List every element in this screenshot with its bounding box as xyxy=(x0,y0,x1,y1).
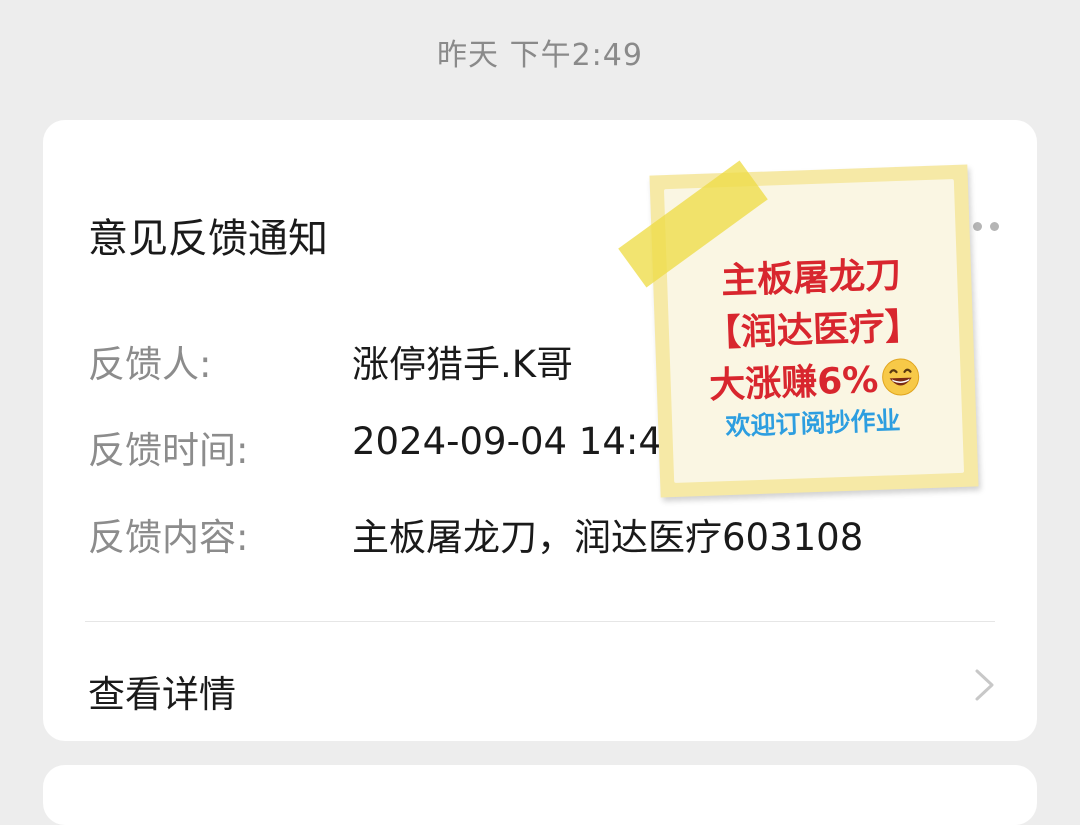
feedback-time-value: 2024-09-04 14:49: xyxy=(352,420,698,463)
feedback-content-value: 主板屠龙刀，润达医疗603108 xyxy=(352,516,864,559)
feedback-user-label: 反馈人: xyxy=(88,343,212,386)
card-title: 意见反馈通知 xyxy=(88,216,328,262)
feedback-content-label: 反馈内容: xyxy=(88,516,249,559)
sticky-line-2: 【润达医疗】 xyxy=(704,306,922,355)
sticky-note-text: 主板屠龙刀 【润达医疗】 大涨赚6% xyxy=(685,249,940,414)
view-details-label: 查看详情 xyxy=(88,673,236,716)
next-message-card[interactable] xyxy=(43,765,1037,825)
feedback-user-value: 涨停猎手.K哥 xyxy=(352,343,574,386)
chevron-right-icon xyxy=(975,669,994,701)
sticky-line-1: 主板屠龙刀 xyxy=(720,254,902,303)
view-details-button[interactable]: 查看详情 xyxy=(43,622,1037,741)
feedback-time-label: 反馈时间: xyxy=(88,429,249,472)
chat-timestamp: 昨天 下午2:49 xyxy=(437,38,643,73)
grinning-face-icon xyxy=(881,358,919,396)
